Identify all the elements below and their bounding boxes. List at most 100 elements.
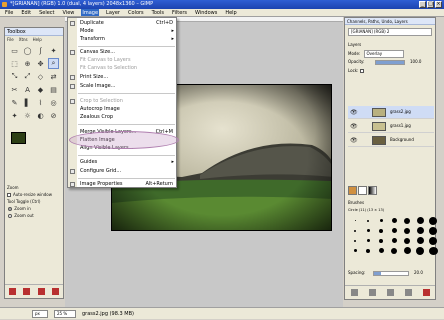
brush-item[interactable] (375, 236, 387, 245)
eraser-tool-icon[interactable]: ⌇ (35, 97, 46, 108)
brushes-tab-icon[interactable] (348, 186, 357, 195)
menu-item-guides[interactable]: Guides ▸ (77, 159, 177, 166)
menu-item-fit-canvas-layers[interactable]: Fit Canvas to Layers (77, 57, 177, 64)
fuzzy-select-tool-icon[interactable]: ✦ (48, 45, 59, 56)
menu-item-duplicate[interactable]: Duplicate Ctrl+D (70, 20, 177, 27)
toolbox-menu-xtns[interactable]: Xtns (19, 36, 28, 43)
spacing-value[interactable]: 20.0 (414, 270, 423, 276)
brush-item[interactable] (375, 216, 387, 225)
brush-item[interactable] (414, 216, 426, 225)
menu-item-transform[interactable]: Transform ▸ (77, 36, 177, 43)
dodge-tool-icon[interactable]: ☼ (22, 110, 33, 121)
mode-dropdown[interactable]: Overlay (363, 50, 404, 58)
menu-edit[interactable]: Edit (20, 9, 32, 16)
close-button[interactable]: × (435, 1, 442, 8)
reset-options-icon[interactable] (52, 288, 60, 295)
menu-file[interactable]: File (4, 9, 14, 16)
auto-resize-checkbox[interactable] (7, 193, 11, 197)
foreground-color[interactable] (11, 132, 26, 144)
brush-item[interactable] (349, 236, 361, 245)
brush-item[interactable] (388, 216, 400, 225)
menu-item-image-properties[interactable]: Image Properties Alt+Return (70, 181, 177, 188)
layer-row[interactable]: 👁 grass1.jpg (348, 120, 434, 133)
opacity-value[interactable]: 100.0 (410, 59, 421, 65)
brush-item[interactable] (362, 246, 374, 255)
zoom-out-option[interactable]: Zoom out (7, 212, 63, 219)
lock-checkbox[interactable] (359, 69, 364, 73)
brush-item[interactable] (427, 226, 439, 235)
menu-item-canvas-size[interactable]: Canvas Size... (70, 49, 177, 56)
menu-item-zealous-crop[interactable]: Zealous Crop (77, 114, 177, 121)
scissors-tool-icon[interactable]: ⊕ (22, 58, 33, 69)
flip-tool-icon[interactable]: ⇄ (48, 71, 59, 82)
brush-item[interactable] (362, 236, 374, 245)
rect-select-tool-icon[interactable]: ▭ (9, 45, 20, 56)
menu-item-configure-grid[interactable]: Configure Grid... (70, 168, 177, 175)
brush-item[interactable] (401, 236, 413, 245)
menu-item-crop-to-selection[interactable]: Crop to Selection (70, 98, 177, 105)
layer-row[interactable]: 👁 Background (348, 134, 434, 147)
brush-item[interactable] (401, 246, 413, 255)
brush-item[interactable] (427, 236, 439, 245)
delete-options-icon[interactable] (37, 288, 45, 295)
spacing-slider[interactable] (373, 271, 409, 276)
menu-filters[interactable]: Filters (171, 9, 188, 16)
pencil-tool-icon[interactable]: ✎ (9, 97, 20, 108)
brush-item[interactable] (362, 226, 374, 235)
raise-layer-icon[interactable] (368, 289, 376, 296)
menu-item-print-size[interactable]: Print Size... (70, 74, 177, 81)
brush-item[interactable] (414, 226, 426, 235)
brush-item[interactable] (388, 236, 400, 245)
menu-item-mode[interactable]: Mode ▸ (77, 28, 177, 35)
move-tool-icon[interactable]: ✥ (35, 58, 46, 69)
zoom-tool-icon[interactable]: ⌕ (48, 58, 59, 69)
paintbrush-tool-icon[interactable]: ▌ (22, 97, 33, 108)
maximize-button[interactable]: □ (427, 1, 434, 8)
lower-layer-icon[interactable] (386, 289, 394, 296)
gradients-tab-icon[interactable] (368, 186, 377, 195)
zoom-in-radio[interactable] (8, 207, 13, 211)
smudge-tool-icon[interactable]: ◐ (35, 110, 46, 121)
zoom-out-radio[interactable] (8, 214, 13, 218)
menu-item-autocrop[interactable]: Autocrop Image (77, 106, 177, 113)
brush-item[interactable] (349, 246, 361, 255)
auto-resize-option[interactable]: Auto-resize window (7, 191, 63, 198)
patterns-tab-icon[interactable] (358, 186, 367, 195)
brush-item[interactable] (349, 226, 361, 235)
unit-selector[interactable]: px (32, 310, 48, 318)
brush-item[interactable] (401, 216, 413, 225)
heal-tool-icon[interactable]: ✦ (9, 110, 20, 121)
brush-item[interactable] (401, 226, 413, 235)
zoom-in-option[interactable]: Zoom in (7, 205, 63, 212)
layers-tab-label[interactable]: Layers (348, 42, 361, 48)
crop-tool-icon[interactable]: ✂ (9, 84, 20, 95)
menu-windows[interactable]: Windows (194, 9, 218, 16)
color-select-tool-icon[interactable]: ⬚ (9, 58, 20, 69)
delete-layer-icon[interactable] (422, 289, 430, 296)
opacity-slider[interactable] (375, 60, 405, 65)
brush-item[interactable] (388, 226, 400, 235)
layer-row[interactable]: 👁 grass2.jpg (348, 106, 434, 119)
toolbox-menu-help[interactable]: Help (33, 36, 42, 43)
ellipse-select-tool-icon[interactable]: ◯ (22, 45, 33, 56)
zoom-selector[interactable]: 25 % (54, 310, 76, 318)
brush-item[interactable] (427, 216, 439, 225)
toolbox-menu-file[interactable]: File (7, 36, 14, 43)
brush-item[interactable] (375, 246, 387, 255)
shear-tool-icon[interactable]: ⤢ (22, 71, 33, 82)
menu-item-fit-canvas-selection[interactable]: Fit Canvas to Selection (77, 65, 177, 72)
menu-select[interactable]: Select (38, 9, 55, 16)
blend-tool-icon[interactable]: ▤ (48, 84, 59, 95)
restore-options-icon[interactable] (23, 288, 31, 295)
color-swatches[interactable] (11, 132, 41, 152)
menu-layer[interactable]: Layer (105, 9, 121, 16)
image-selector[interactable]: [GRIANAN] (RGB) 2 (348, 28, 432, 36)
menu-item-scale-image[interactable]: Scale Image... (70, 83, 177, 90)
brush-item[interactable] (375, 226, 387, 235)
perspective-tool-icon[interactable]: ◇ (35, 71, 46, 82)
new-layer-icon[interactable] (350, 289, 358, 296)
menu-image[interactable]: Image (81, 9, 100, 16)
menu-colors[interactable]: Colors (127, 9, 145, 16)
minimize-button[interactable]: _ (419, 1, 426, 8)
save-options-icon[interactable] (8, 288, 16, 295)
